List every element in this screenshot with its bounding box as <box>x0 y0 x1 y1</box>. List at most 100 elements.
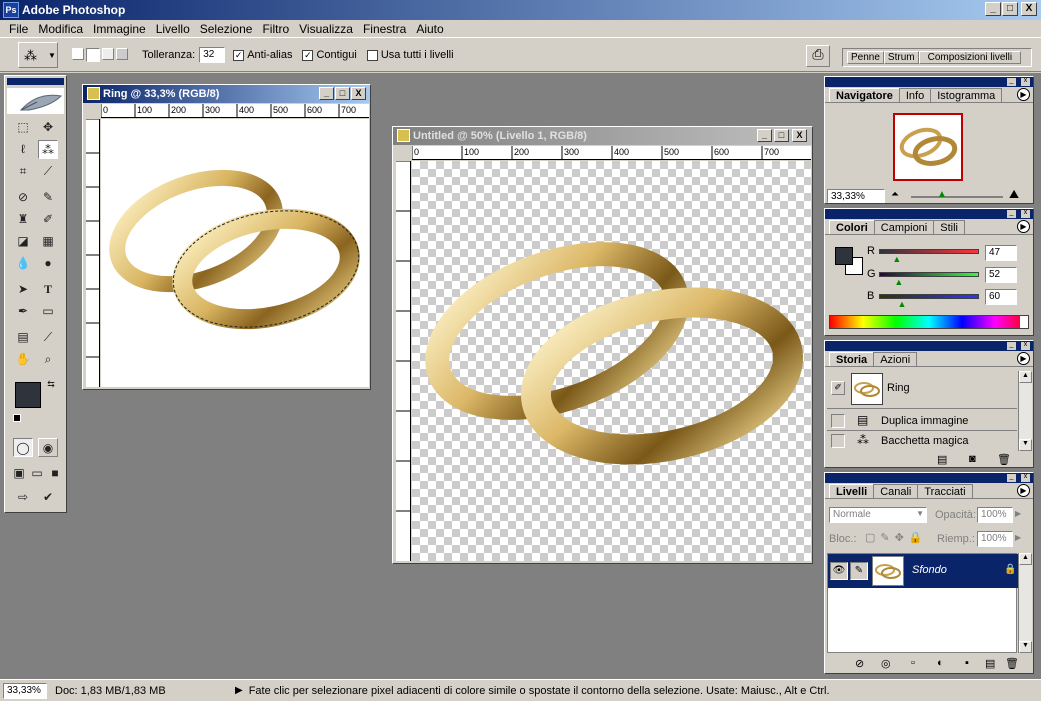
clone-stamp-icon[interactable]: ♜ <box>13 210 33 229</box>
document-titlebar[interactable]: Ring @ 33,3% (RGB/8) _ □ X <box>83 85 370 103</box>
history-brush-icon[interactable]: ✐ <box>831 381 845 395</box>
add-selection-icon[interactable] <box>86 48 100 62</box>
trash-icon[interactable]: 🗑 <box>997 453 1011 466</box>
dodge-tool-icon[interactable]: ● <box>38 254 58 273</box>
jump-to-imageready-icon[interactable]: ⇨ <box>13 488 33 507</box>
panel-close-button[interactable]: x <box>1021 77 1030 86</box>
tab-livelli[interactable]: Livelli <box>829 484 875 498</box>
menu-modifica[interactable]: Modifica <box>33 22 88 36</box>
doc-maximize-button[interactable]: □ <box>335 87 350 100</box>
menu-aiuto[interactable]: Aiuto <box>411 22 448 36</box>
panel-close-button[interactable]: x <box>1021 473 1030 482</box>
tab-istogramma[interactable]: Istogramma <box>930 88 1003 102</box>
type-tool-icon[interactable]: T <box>38 280 58 299</box>
history-brush-icon[interactable]: ✐ <box>38 210 58 229</box>
printer-icon[interactable]: ⎙ <box>806 45 830 67</box>
camera-icon[interactable]: ◙ <box>969 453 976 465</box>
brush-tool-icon[interactable]: ✎ <box>38 188 58 207</box>
panel-menu-icon[interactable]: ▶ <box>1017 484 1030 497</box>
panel-minimize-button[interactable]: _ <box>1007 209 1016 218</box>
panel-minimize-button[interactable]: _ <box>1007 77 1016 86</box>
well-tab-strum[interactable]: Strum <box>883 51 919 64</box>
doc-close-button[interactable]: X <box>792 129 807 142</box>
brush-icon[interactable]: ✎ <box>850 562 868 580</box>
maximize-button[interactable]: □ <box>1002 2 1018 16</box>
eyedropper-icon[interactable]: ⟋ <box>38 328 58 347</box>
tab-canali[interactable]: Canali <box>873 484 919 498</box>
magic-wand-tool-icon[interactable]: ⁂ <box>38 140 58 159</box>
navigator-zoom-input[interactable]: 33,33% <box>827 189 885 203</box>
history-item[interactable]: ⁂ Bacchetta magica <box>827 431 1017 451</box>
eraser-tool-icon[interactable]: ◪ <box>13 232 33 251</box>
screen-mode-full-menu-icon[interactable]: ▭ <box>27 464 47 483</box>
move-tool-icon[interactable]: ✥ <box>38 118 58 137</box>
well-tab-composizioni[interactable]: Composizioni livelli <box>918 51 1022 64</box>
menu-selezione[interactable]: Selezione <box>195 22 258 36</box>
canvas-ring[interactable] <box>101 119 369 387</box>
menu-immagine[interactable]: Immagine <box>88 22 151 36</box>
panel-close-button[interactable]: x <box>1021 341 1030 350</box>
navigator-thumbnail[interactable] <box>893 113 963 181</box>
doc-maximize-button[interactable]: □ <box>774 129 789 142</box>
opacity-input[interactable]: 100% <box>977 507 1013 523</box>
fill-input[interactable]: 100% <box>977 531 1013 547</box>
layer-row[interactable]: 👁 ✎ Sfondo 🔒 <box>828 554 1018 588</box>
status-menu-icon[interactable]: ▶ <box>235 685 243 696</box>
status-zoom-input[interactable]: 33,33% <box>3 682 47 699</box>
panel-minimize-button[interactable]: _ <box>1007 341 1016 350</box>
b-input[interactable]: 60 <box>985 289 1017 305</box>
color-ramp[interactable] <box>829 315 1029 329</box>
pen-tool-icon[interactable]: ✒ <box>13 302 33 321</box>
canvas-untitled[interactable] <box>412 161 811 561</box>
blur-tool-icon[interactable]: 💧 <box>13 254 33 273</box>
link-layers-icon[interactable]: ⊘ <box>855 657 864 670</box>
panel-menu-icon[interactable]: ▶ <box>1017 220 1030 233</box>
quick-mask-icon[interactable]: ◉ <box>38 438 58 457</box>
crop-tool-icon[interactable]: ⌗ <box>13 162 33 181</box>
scroll-up-icon[interactable]: ▲ <box>1019 553 1032 565</box>
menu-file[interactable]: File <box>4 22 33 36</box>
history-source-box[interactable] <box>831 434 845 448</box>
adjustment-layer-icon[interactable]: ◐ <box>937 657 944 669</box>
tab-colori[interactable]: Colori <box>829 220 875 234</box>
doc-minimize-button[interactable]: _ <box>757 129 772 142</box>
layer-name[interactable]: Sfondo <box>912 564 947 576</box>
menu-filtro[interactable]: Filtro <box>257 22 294 36</box>
document-titlebar[interactable]: Untitled @ 50% (Livello 1, RGB/8) _ □ X <box>393 127 812 145</box>
document-window-ring[interactable]: Ring @ 33,3% (RGB/8) _ □ X 0 100 200 300… <box>82 84 371 390</box>
imageready-icon[interactable]: ✔ <box>38 488 58 507</box>
antialias-checkbox[interactable]: ✓ Anti-alias <box>233 49 292 61</box>
menu-livello[interactable]: Livello <box>151 22 195 36</box>
g-input[interactable]: 52 <box>985 267 1017 283</box>
slice-tool-icon[interactable]: ⟋ <box>38 162 58 181</box>
eye-icon[interactable]: 👁 <box>830 562 848 580</box>
panel-minimize-button[interactable]: _ <box>1007 473 1016 482</box>
document-window-untitled[interactable]: Untitled @ 50% (Livello 1, RGB/8) _ □ X … <box>392 126 813 564</box>
hand-tool-icon[interactable]: ✋ <box>13 350 33 369</box>
slider-thumb-icon[interactable]: ▲ <box>937 189 947 200</box>
screen-mode-full-icon[interactable]: ■ <box>45 464 65 483</box>
tab-campioni[interactable]: Campioni <box>873 220 935 234</box>
lasso-tool-icon[interactable]: ℓ <box>13 140 33 159</box>
layers-scrollbar[interactable]: ▲ ▼ <box>1018 553 1032 653</box>
swap-colors-icon[interactable]: ⇆ <box>45 378 57 390</box>
feather-logo-icon[interactable] <box>7 88 64 114</box>
tab-navigatore[interactable]: Navigatore <box>829 88 900 102</box>
b-slider-thumb[interactable]: ▲ <box>898 299 907 309</box>
layer-mask-icon[interactable]: ▫ <box>911 657 915 669</box>
history-source-box[interactable] <box>831 414 845 428</box>
tab-info[interactable]: Info <box>898 88 932 102</box>
history-snapshot[interactable]: ✐ Ring <box>827 371 1017 409</box>
navigator-zoom-slider[interactable] <box>911 196 1003 198</box>
scroll-up-icon[interactable]: ▲ <box>1019 371 1032 383</box>
history-item[interactable]: ▤ Duplica immagine <box>827 411 1017 431</box>
foreground-color-swatch[interactable] <box>15 382 41 408</box>
intersect-selection-icon[interactable] <box>116 48 128 60</box>
all-layers-checkbox[interactable]: Usa tutti i livelli <box>366 49 454 61</box>
foreground-swatch[interactable] <box>835 247 853 265</box>
scroll-down-icon[interactable]: ▼ <box>1019 641 1032 653</box>
lock-icons[interactable]: ▢✎✥🔒 <box>865 531 928 544</box>
contiguous-checkbox[interactable]: ✓ Contigui <box>302 49 357 61</box>
r-input[interactable]: 47 <box>985 245 1017 261</box>
panel-menu-icon[interactable]: ▶ <box>1017 352 1030 365</box>
